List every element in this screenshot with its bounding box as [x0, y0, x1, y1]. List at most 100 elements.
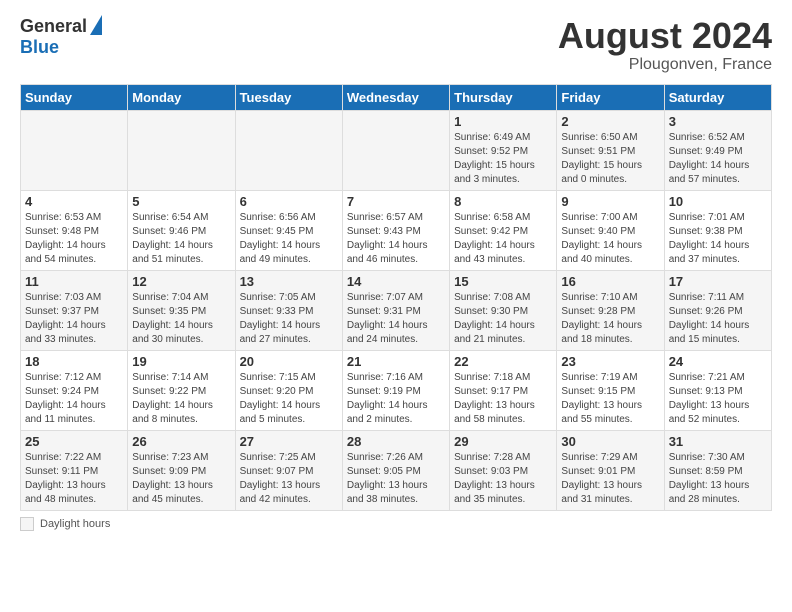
- calendar-cell: [342, 110, 449, 190]
- calendar-cell: 31 Sunrise: 7:30 AM Sunset: 8:59 PM Dayli…: [664, 430, 771, 510]
- day-of-week-header: Wednesday: [342, 84, 449, 110]
- day-number: 18: [25, 354, 123, 369]
- calendar-cell: 9Sunrise: 7:00 AM Sunset: 9:40 PM Daylig…: [557, 190, 664, 270]
- day-detail: Sunrise: 6:49 AM Sunset: 9:52 PM Dayligh…: [454, 132, 535, 185]
- calendar-cell: 5 Sunrise: 6:54 AM Sunset: 9:46 PM Daylig…: [128, 190, 235, 270]
- logo-blue-text: Blue: [20, 37, 59, 58]
- calendar-cell: 2Sunrise: 6:50 AM Sunset: 9:51 PM Daylig…: [557, 110, 664, 190]
- calendar-cell: 3 Sunrise: 6:52 AM Sunset: 9:49 PM Daylig…: [664, 110, 771, 190]
- calendar-cell: 4 Sunrise: 6:53 AM Sunset: 9:48 PM Daylig…: [21, 190, 128, 270]
- day-number: 12: [132, 274, 230, 289]
- logo: General Blue: [20, 16, 102, 58]
- day-detail: Sunrise: 6:54 AM Sunset: 9:46 PM Dayligh…: [132, 212, 213, 265]
- day-of-week-header: Sunday: [21, 84, 128, 110]
- day-detail: Sunrise: 7:19 AM Sunset: 9:15 PM Dayligh…: [561, 372, 642, 425]
- day-detail: Sunrise: 7:11 AM Sunset: 9:26 PM Dayligh…: [669, 292, 750, 345]
- day-detail: Sunrise: 6:53 AM Sunset: 9:48 PM Dayligh…: [25, 212, 106, 265]
- calendar-cell: 26 Sunrise: 7:23 AM Sunset: 9:09 PM Dayli…: [128, 430, 235, 510]
- day-number: 21: [347, 354, 445, 369]
- day-detail: Sunrise: 6:57 AM Sunset: 9:43 PM Dayligh…: [347, 212, 428, 265]
- day-number: 5: [132, 194, 230, 209]
- day-detail: Sunrise: 7:28 AM Sunset: 9:03 PM Dayligh…: [454, 452, 535, 505]
- header: General Blue August 2024 Plougonven, Fra…: [20, 16, 772, 74]
- day-number: 24: [669, 354, 767, 369]
- calendar-cell: [128, 110, 235, 190]
- day-number: 13: [240, 274, 338, 289]
- logo-triangle-icon: [90, 15, 102, 35]
- calendar-cell: 12 Sunrise: 7:04 AM Sunset: 9:35 PM Dayli…: [128, 270, 235, 350]
- day-detail: Sunrise: 7:22 AM Sunset: 9:11 PM Dayligh…: [25, 452, 106, 505]
- day-number: 15: [454, 274, 552, 289]
- footer: Daylight hours: [20, 517, 772, 531]
- calendar-cell: 14 Sunrise: 7:07 AM Sunset: 9:31 PM Dayli…: [342, 270, 449, 350]
- calendar-cell: 6 Sunrise: 6:56 AM Sunset: 9:45 PM Daylig…: [235, 190, 342, 270]
- day-of-week-header: Friday: [557, 84, 664, 110]
- day-number: 29: [454, 434, 552, 449]
- day-detail: Sunrise: 7:26 AM Sunset: 9:05 PM Dayligh…: [347, 452, 428, 505]
- daylight-box-icon: [20, 517, 34, 531]
- day-detail: Sunrise: 7:23 AM Sunset: 9:09 PM Dayligh…: [132, 452, 213, 505]
- day-number: 16: [561, 274, 659, 289]
- month-year-title: August 2024: [558, 16, 772, 56]
- day-detail: Sunrise: 7:05 AM Sunset: 9:33 PM Dayligh…: [240, 292, 321, 345]
- day-detail: Sunrise: 7:21 AM Sunset: 9:13 PM Dayligh…: [669, 372, 750, 425]
- day-number: 19: [132, 354, 230, 369]
- calendar-week-row: 4 Sunrise: 6:53 AM Sunset: 9:48 PM Daylig…: [21, 190, 772, 270]
- day-number: 4: [25, 194, 123, 209]
- day-number: 31: [669, 434, 767, 449]
- calendar-header-row: SundayMondayTuesdayWednesdayThursdayFrid…: [21, 84, 772, 110]
- calendar-cell: 27 Sunrise: 7:25 AM Sunset: 9:07 PM Dayli…: [235, 430, 342, 510]
- calendar-cell: [21, 110, 128, 190]
- day-of-week-header: Saturday: [664, 84, 771, 110]
- calendar-cell: 22 Sunrise: 7:18 AM Sunset: 9:17 PM Dayli…: [450, 350, 557, 430]
- day-detail: Sunrise: 7:25 AM Sunset: 9:07 PM Dayligh…: [240, 452, 321, 505]
- day-detail: Sunrise: 7:15 AM Sunset: 9:20 PM Dayligh…: [240, 372, 321, 425]
- title-block: August 2024 Plougonven, France: [558, 16, 772, 74]
- calendar-cell: 11Sunrise: 7:03 AM Sunset: 9:37 PM Dayli…: [21, 270, 128, 350]
- day-of-week-header: Tuesday: [235, 84, 342, 110]
- location-subtitle: Plougonven, France: [558, 56, 772, 74]
- day-detail: Sunrise: 7:04 AM Sunset: 9:35 PM Dayligh…: [132, 292, 213, 345]
- calendar-cell: [235, 110, 342, 190]
- day-number: 3: [669, 114, 767, 129]
- day-number: 30: [561, 434, 659, 449]
- day-detail: Sunrise: 7:12 AM Sunset: 9:24 PM Dayligh…: [25, 372, 106, 425]
- day-detail: Sunrise: 7:07 AM Sunset: 9:31 PM Dayligh…: [347, 292, 428, 345]
- calendar-cell: 15 Sunrise: 7:08 AM Sunset: 9:30 PM Dayli…: [450, 270, 557, 350]
- day-of-week-header: Thursday: [450, 84, 557, 110]
- day-number: 22: [454, 354, 552, 369]
- calendar-cell: 13 Sunrise: 7:05 AM Sunset: 9:33 PM Dayli…: [235, 270, 342, 350]
- day-number: 14: [347, 274, 445, 289]
- calendar-cell: 20Sunrise: 7:15 AM Sunset: 9:20 PM Dayli…: [235, 350, 342, 430]
- day-detail: Sunrise: 7:18 AM Sunset: 9:17 PM Dayligh…: [454, 372, 535, 425]
- day-number: 2: [561, 114, 659, 129]
- day-number: 1: [454, 114, 552, 129]
- day-number: 25: [25, 434, 123, 449]
- calendar-cell: 30 Sunrise: 7:29 AM Sunset: 9:01 PM Dayli…: [557, 430, 664, 510]
- day-detail: Sunrise: 7:00 AM Sunset: 9:40 PM Dayligh…: [561, 212, 642, 265]
- day-number: 8: [454, 194, 552, 209]
- calendar-cell: 25 Sunrise: 7:22 AM Sunset: 9:11 PM Dayli…: [21, 430, 128, 510]
- day-number: 17: [669, 274, 767, 289]
- calendar-cell: 29 Sunrise: 7:28 AM Sunset: 9:03 PM Dayli…: [450, 430, 557, 510]
- day-detail: Sunrise: 7:29 AM Sunset: 9:01 PM Dayligh…: [561, 452, 642, 505]
- day-detail: Sunrise: 7:03 AM Sunset: 9:37 PM Dayligh…: [25, 292, 106, 345]
- day-of-week-header: Monday: [128, 84, 235, 110]
- day-number: 6: [240, 194, 338, 209]
- day-detail: Sunrise: 7:08 AM Sunset: 9:30 PM Dayligh…: [454, 292, 535, 345]
- calendar-cell: 10Sunrise: 7:01 AM Sunset: 9:38 PM Dayli…: [664, 190, 771, 270]
- calendar-cell: 23 Sunrise: 7:19 AM Sunset: 9:15 PM Dayli…: [557, 350, 664, 430]
- day-number: 27: [240, 434, 338, 449]
- day-number: 23: [561, 354, 659, 369]
- day-detail: Sunrise: 7:30 AM Sunset: 8:59 PM Dayligh…: [669, 452, 750, 505]
- day-number: 10: [669, 194, 767, 209]
- day-detail: Sunrise: 6:56 AM Sunset: 9:45 PM Dayligh…: [240, 212, 321, 265]
- day-number: 26: [132, 434, 230, 449]
- calendar-week-row: 11Sunrise: 7:03 AM Sunset: 9:37 PM Dayli…: [21, 270, 772, 350]
- calendar-week-row: 1 Sunrise: 6:49 AM Sunset: 9:52 PM Daylig…: [21, 110, 772, 190]
- calendar-cell: 28 Sunrise: 7:26 AM Sunset: 9:05 PM Dayli…: [342, 430, 449, 510]
- day-number: 28: [347, 434, 445, 449]
- day-detail: Sunrise: 6:52 AM Sunset: 9:49 PM Dayligh…: [669, 132, 750, 185]
- daylight-label: Daylight hours: [40, 518, 110, 530]
- calendar-cell: 8Sunrise: 6:58 AM Sunset: 9:42 PM Daylig…: [450, 190, 557, 270]
